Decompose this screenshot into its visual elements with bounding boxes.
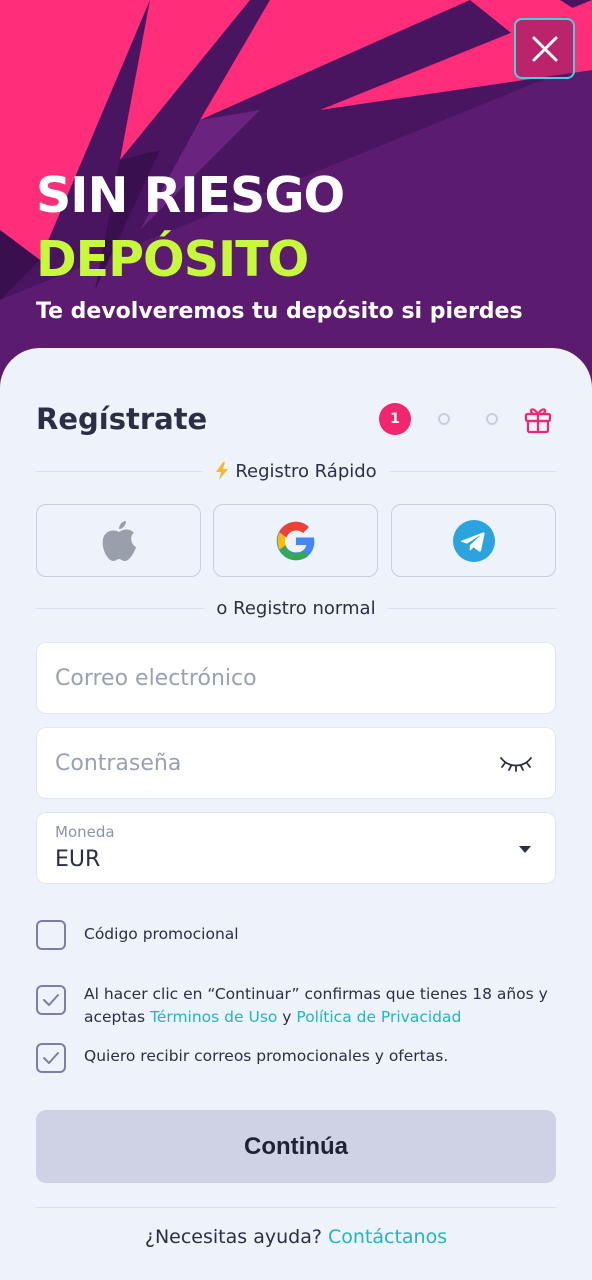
normal-register-divider: o Registro normal	[36, 596, 556, 620]
chevron-down-icon	[519, 846, 531, 853]
currency-value: EUR	[55, 847, 101, 872]
promo-code-label[interactable]: Código promocional	[84, 923, 239, 946]
terms-checkbox[interactable]	[36, 985, 66, 1015]
password-field-wrapper	[36, 727, 556, 799]
terms-and: y	[277, 1008, 297, 1026]
telegram-signin-button[interactable]	[391, 504, 556, 577]
help-footer: ¿Necesitas ayuda? Contáctanos	[0, 1226, 592, 1248]
promo-code-checkbox[interactable]	[36, 920, 66, 950]
quick-register-label: Registro Rápido	[235, 460, 377, 482]
newsletter-checkbox[interactable]	[36, 1043, 66, 1073]
quick-register-divider: Registro Rápido	[36, 459, 556, 483]
terms-text: Al hacer clic en “Continuar” confirmas q…	[84, 983, 554, 1029]
normal-register-label: o Registro normal	[216, 597, 376, 619]
apple-signin-button[interactable]	[36, 504, 201, 577]
currency-select[interactable]: Moneda EUR	[36, 812, 556, 884]
contact-link[interactable]: Contáctanos	[328, 1226, 447, 1248]
telegram-icon	[452, 519, 495, 562]
step-indicator-1: 1	[379, 403, 411, 435]
google-signin-button[interactable]	[213, 504, 378, 577]
checkmark-icon	[43, 1052, 59, 1064]
continue-button[interactable]: Continúa	[36, 1110, 556, 1183]
step-indicator-3	[486, 413, 498, 425]
page-title: Regístrate	[36, 402, 208, 436]
google-icon	[276, 521, 314, 560]
banner-highlight: DEPÓSITO	[36, 231, 309, 288]
email-field[interactable]	[55, 643, 495, 713]
step-indicator-2	[438, 413, 450, 425]
help-text: ¿Necesitas ayuda?	[144, 1226, 322, 1248]
banner-title: SIN RIESGO	[36, 167, 345, 224]
lightning-icon	[216, 462, 229, 480]
banner-subtitle: Te devolveremos tu depósito si pierdes	[36, 299, 523, 324]
newsletter-label[interactable]: Quiero recibir correos promocionales y o…	[84, 1045, 448, 1068]
footer-divider	[36, 1207, 556, 1208]
apple-icon	[102, 520, 136, 561]
checkmark-icon	[43, 994, 59, 1006]
gift-icon	[524, 408, 552, 434]
currency-label: Moneda	[55, 823, 115, 841]
close-button[interactable]	[514, 18, 575, 79]
close-icon	[532, 36, 557, 61]
privacy-policy-link[interactable]: Política de Privacidad	[296, 1008, 461, 1026]
eye-closed-icon[interactable]	[499, 754, 533, 774]
password-field[interactable]	[55, 728, 495, 798]
terms-of-use-link[interactable]: Términos de Uso	[150, 1008, 277, 1026]
promo-banner: SIN RIESGO DEPÓSITO Te devolveremos tu d…	[0, 0, 592, 400]
email-field-wrapper	[36, 642, 556, 714]
